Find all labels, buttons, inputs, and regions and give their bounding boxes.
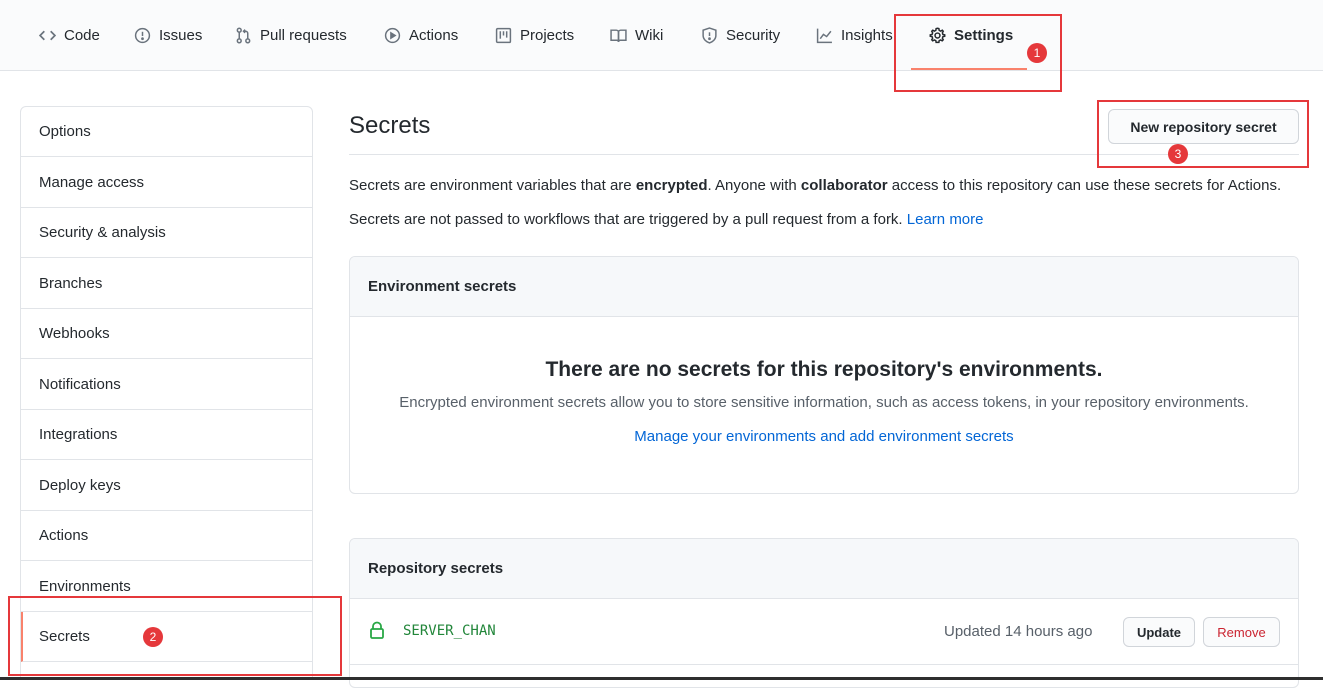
graph-icon: [815, 27, 833, 45]
secrets-intro: Secrets are environment variables that a…: [349, 177, 1281, 194]
sidebar-item-branches[interactable]: Branches: [21, 259, 312, 309]
sidebar-item-secrets[interactable]: Secrets: [21, 612, 312, 662]
environment-secrets-header: Environment secrets: [350, 257, 1298, 317]
tab-pull-requests[interactable]: Pull requests: [234, 0, 347, 71]
shield-icon: [700, 27, 718, 45]
repository-secrets-header: Repository secrets: [350, 539, 1298, 599]
intro-text: . Anyone with: [707, 177, 801, 194]
tab-label: Pull requests: [260, 27, 347, 44]
tab-wiki[interactable]: Wiki: [609, 0, 663, 71]
selected-tab-underline: [911, 68, 1027, 70]
tab-label: Insights: [841, 27, 893, 44]
tab-code[interactable]: Code: [38, 0, 100, 71]
project-icon: [494, 27, 512, 45]
sidebar-item-integrations[interactable]: Integrations: [21, 410, 312, 460]
intro-bold-collaborator: collaborator: [800, 177, 888, 194]
environment-secrets-blank-desc: Encrypted environment secrets allow you …: [399, 394, 1249, 411]
annotation-badge-3: 3: [1168, 144, 1188, 164]
tab-label: Security: [726, 27, 781, 44]
tab-label: Projects: [520, 27, 575, 44]
code-icon: [38, 27, 56, 45]
new-repository-secret-button[interactable]: New repository secret: [1108, 109, 1299, 144]
environment-secrets-box: Environment secrets There are no secrets…: [349, 256, 1299, 494]
sidebar-item-notifications[interactable]: Notifications: [21, 360, 312, 410]
issue-opened-icon: [133, 27, 151, 45]
intro-bold-encrypted: encrypted: [635, 177, 708, 194]
repository-secrets-box: Repository secrets SERVER_CHAN Updated 1…: [349, 538, 1299, 688]
learn-more-link[interactable]: Learn more: [907, 211, 984, 228]
book-icon: [609, 27, 627, 45]
tab-label: Wiki: [635, 27, 664, 44]
secret-name: SERVER_CHAN: [403, 623, 496, 639]
tab-label: Code: [64, 27, 100, 44]
manage-environments-link[interactable]: Manage your environments and add environ…: [350, 428, 1298, 445]
fork-note-text: Secrets are not passed to workflows that…: [349, 211, 903, 228]
play-icon: [383, 27, 401, 45]
git-pull-request-icon: [234, 27, 252, 45]
lock-icon: [369, 621, 385, 639]
title-divider: [349, 154, 1299, 155]
secret-updated-time: Updated 14 hours ago: [944, 623, 1093, 640]
gear-icon: [928, 27, 946, 45]
sidebar-item-options[interactable]: Options: [21, 107, 312, 157]
sidebar-item-manage-access[interactable]: Manage access: [21, 158, 312, 208]
sidebar-item-environments[interactable]: Environments: [21, 562, 312, 612]
tab-settings[interactable]: Settings: [928, 0, 1013, 71]
remove-secret-button[interactable]: Remove: [1203, 617, 1280, 647]
intro-text: access to this repository can use these …: [887, 177, 1282, 194]
sidebar-item-actions[interactable]: Actions: [21, 511, 312, 561]
tab-actions[interactable]: Actions: [383, 0, 458, 71]
secret-row: SERVER_CHAN Updated 14 hours ago Update …: [350, 599, 1298, 665]
sidebar-item-security-analysis[interactable]: Security & analysis: [21, 208, 312, 258]
intro-text: Secrets are environment variables that a…: [349, 177, 636, 194]
tab-label: Actions: [409, 27, 459, 44]
page-title: Secrets: [349, 112, 431, 139]
tab-security[interactable]: Security: [700, 0, 780, 71]
annotation-badge-2: 2: [143, 627, 163, 647]
settings-sidebar: Options Manage access Security & analysi…: [20, 106, 313, 680]
environment-secrets-blank-title: There are no secrets for this repository…: [545, 358, 1103, 381]
sidebar-item-deploy-keys[interactable]: Deploy keys: [21, 461, 312, 511]
update-secret-button[interactable]: Update: [1123, 617, 1195, 647]
sidebar-item-webhooks[interactable]: Webhooks: [21, 309, 312, 359]
tab-label: Settings: [954, 27, 1014, 44]
tab-label: Issues: [159, 27, 203, 44]
tab-projects[interactable]: Projects: [494, 0, 574, 71]
fork-note: Secrets are not passed to workflows that…: [349, 211, 984, 228]
tab-insights[interactable]: Insights: [815, 0, 893, 71]
annotation-badge-1: 1: [1027, 43, 1047, 63]
tab-issues[interactable]: Issues: [133, 0, 202, 71]
repo-tab-bar: Code Issues Pull requests Actions Projec…: [0, 0, 1323, 71]
